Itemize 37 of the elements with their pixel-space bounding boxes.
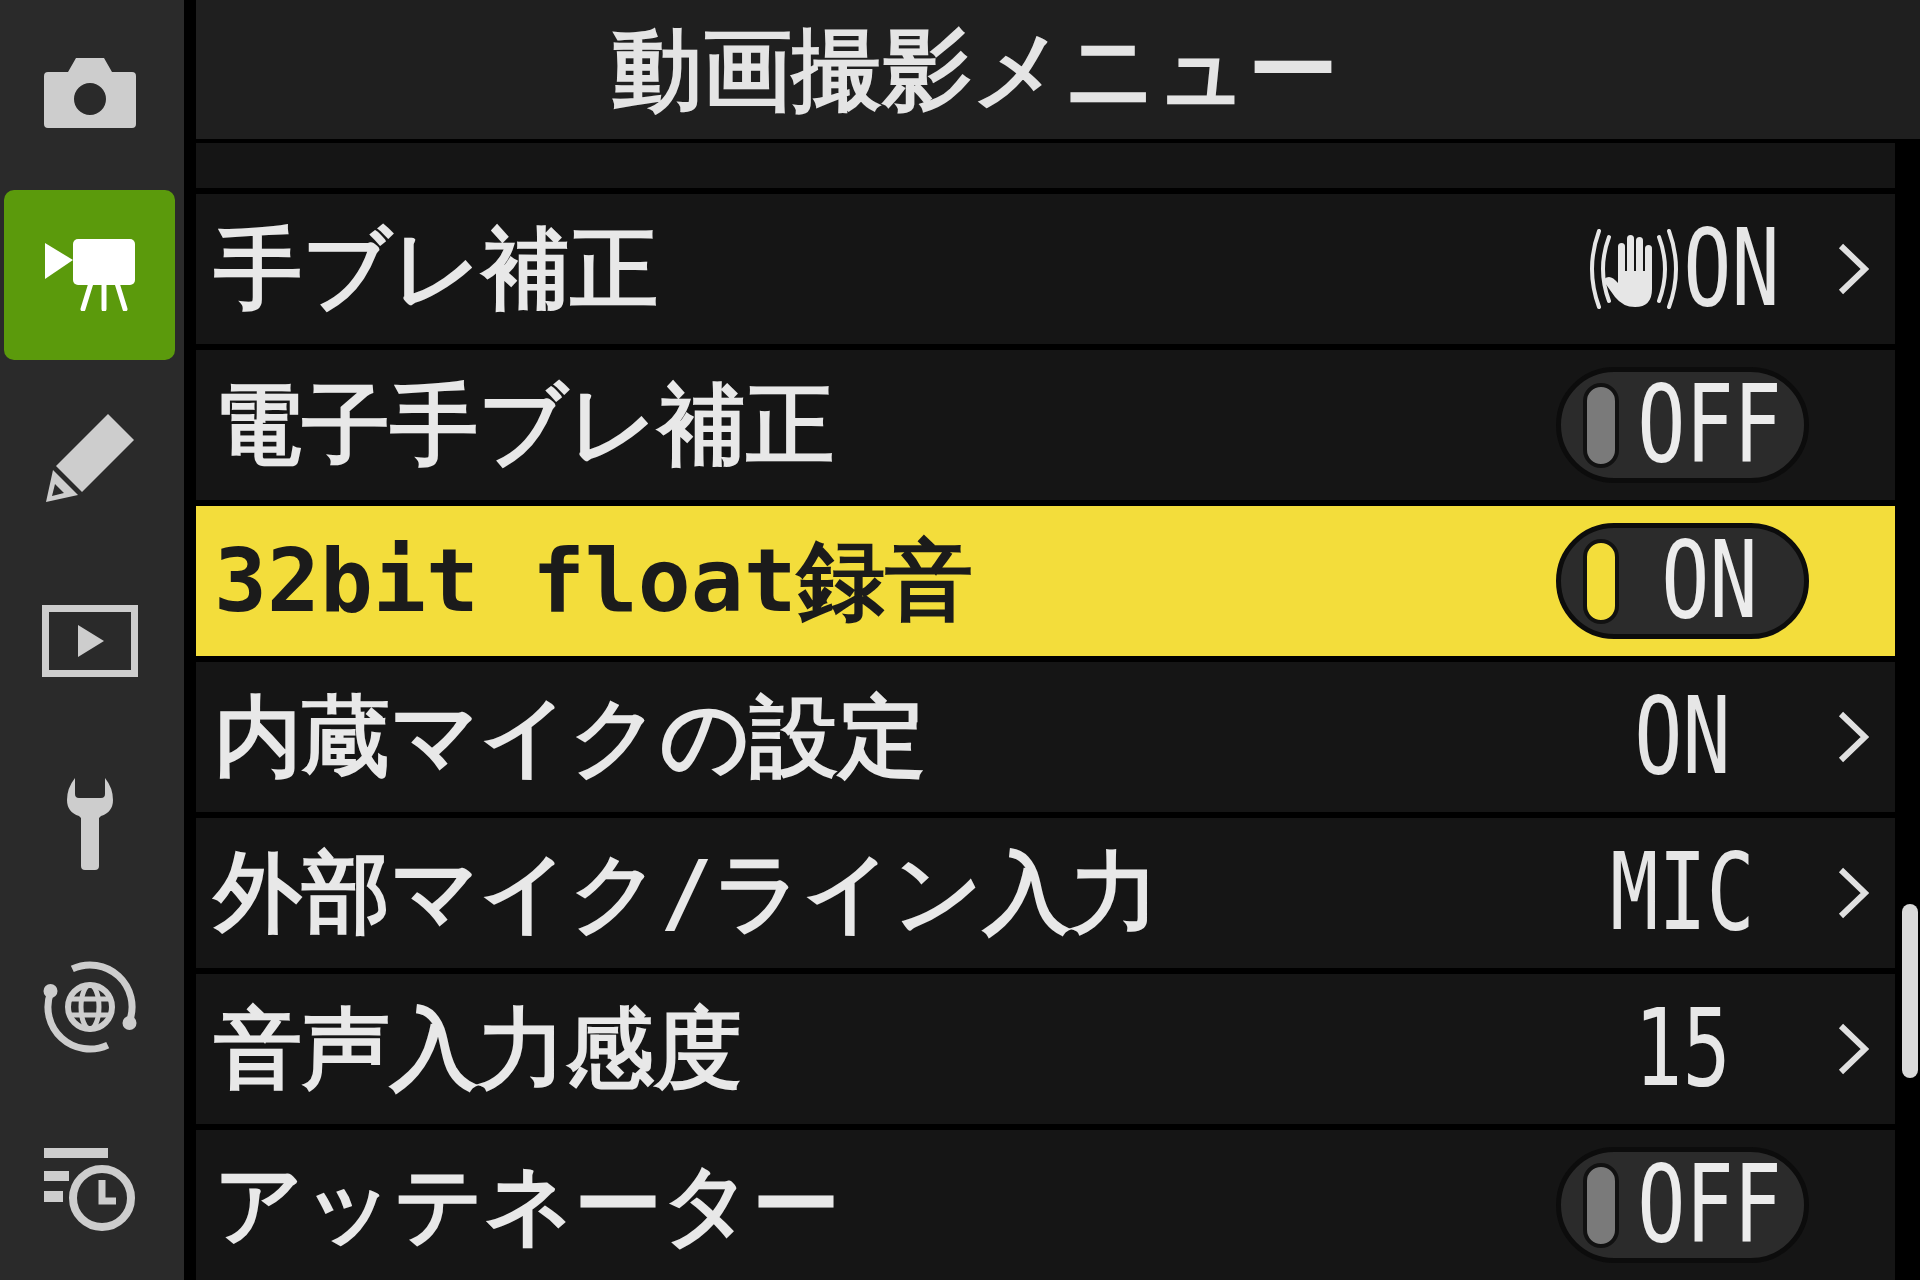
setting-value: 15 bbox=[1634, 995, 1731, 1103]
setting-value: ON bbox=[1634, 683, 1731, 791]
wrench-icon bbox=[66, 778, 113, 870]
menu-item-label: 手ブレ補正 bbox=[214, 225, 658, 313]
menu-tab[interactable] bbox=[45, 414, 134, 502]
chevron-right-icon bbox=[1837, 866, 1869, 920]
camera-icon bbox=[43, 56, 136, 128]
chevron-right-icon bbox=[1837, 242, 1869, 296]
menu-tab[interactable] bbox=[43, 1148, 136, 1232]
movie-camera-icon bbox=[44, 239, 135, 311]
pencil-icon bbox=[45, 414, 134, 502]
menu-tab[interactable] bbox=[41, 605, 138, 677]
menu-tab[interactable] bbox=[41, 959, 138, 1055]
menu-row[interactable]: 手ブレ補正 ON bbox=[196, 194, 1895, 344]
scrollbar-thumb[interactable] bbox=[1902, 904, 1918, 1078]
menu-tab[interactable] bbox=[43, 56, 136, 128]
clock-list-icon bbox=[43, 1148, 136, 1232]
setting-value: ON bbox=[1683, 215, 1780, 323]
menu-item-label: 電子手ブレ補正 bbox=[214, 381, 834, 469]
play-icon bbox=[41, 605, 138, 677]
menu-row[interactable]: 外部マイク/ライン入力 MIC bbox=[196, 818, 1895, 968]
toggle-switch[interactable]: OFF bbox=[1556, 1147, 1809, 1263]
globe-icon bbox=[41, 959, 138, 1055]
chevron-right-icon bbox=[1837, 1022, 1869, 1076]
menu-tab[interactable] bbox=[66, 778, 113, 870]
chevron-right-icon bbox=[1837, 710, 1869, 764]
menu-row[interactable]: 音声入力感度 15 bbox=[196, 974, 1895, 1124]
menu-title: 動画撮影メニュー bbox=[612, 24, 1338, 115]
menu-row[interactable]: 内蔵マイクの設定 ON bbox=[196, 662, 1895, 812]
toggle-switch[interactable]: OFF bbox=[1556, 367, 1809, 483]
menu-row[interactable]: アッテネーター OFF bbox=[196, 1130, 1895, 1280]
toggle-switch[interactable]: ON bbox=[1556, 523, 1809, 639]
menu-row[interactable]: 電子手ブレ補正 OFF bbox=[196, 350, 1895, 500]
menu-item-label: アッテネーター bbox=[214, 1161, 840, 1249]
menu-item-label: 外部マイク/ライン入力 bbox=[214, 849, 1159, 937]
menu-row[interactable]: 32bit float録音 ON bbox=[196, 506, 1895, 656]
setting-value: MIC bbox=[1610, 839, 1755, 947]
